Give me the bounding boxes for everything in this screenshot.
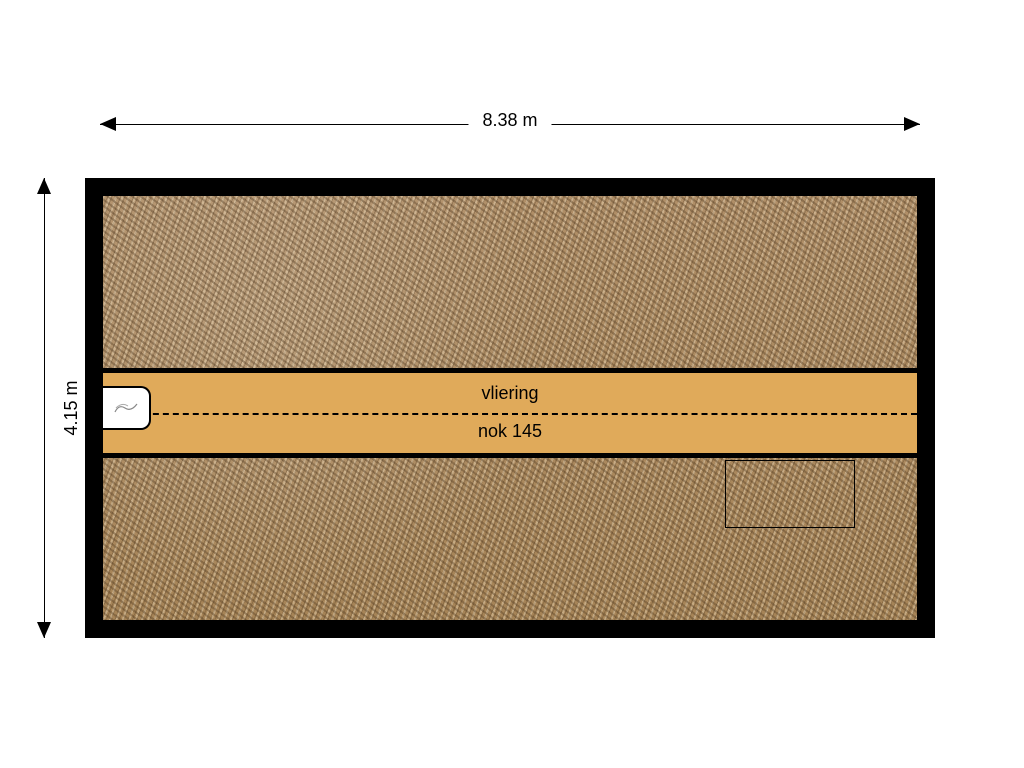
- arrow-left-icon: [100, 117, 116, 131]
- dimension-width-label: 8.38 m: [468, 110, 551, 131]
- dimension-height: 4.15 m: [30, 178, 60, 638]
- sketch-icon: [113, 398, 139, 418]
- dimension-height-label: 4.15 m: [61, 366, 82, 449]
- floor-hatch-outline: [725, 460, 855, 528]
- ridge-band: vliering nok 145: [103, 368, 917, 458]
- dimension-width: 8.38 m: [100, 110, 920, 140]
- arrow-up-icon: [37, 178, 51, 194]
- arrow-down-icon: [37, 622, 51, 638]
- dormer-window-icon: [103, 386, 151, 430]
- room-name-label: vliering: [103, 383, 917, 404]
- arrow-right-icon: [904, 117, 920, 131]
- dimension-line: [44, 178, 45, 638]
- ridge-height-label: nok 145: [103, 421, 917, 442]
- ridge-centerline: [103, 413, 917, 415]
- floorplan-stage: 8.38 m 4.15 m vliering nok 145: [0, 0, 1024, 768]
- floorplan-outline: vliering nok 145: [85, 178, 935, 638]
